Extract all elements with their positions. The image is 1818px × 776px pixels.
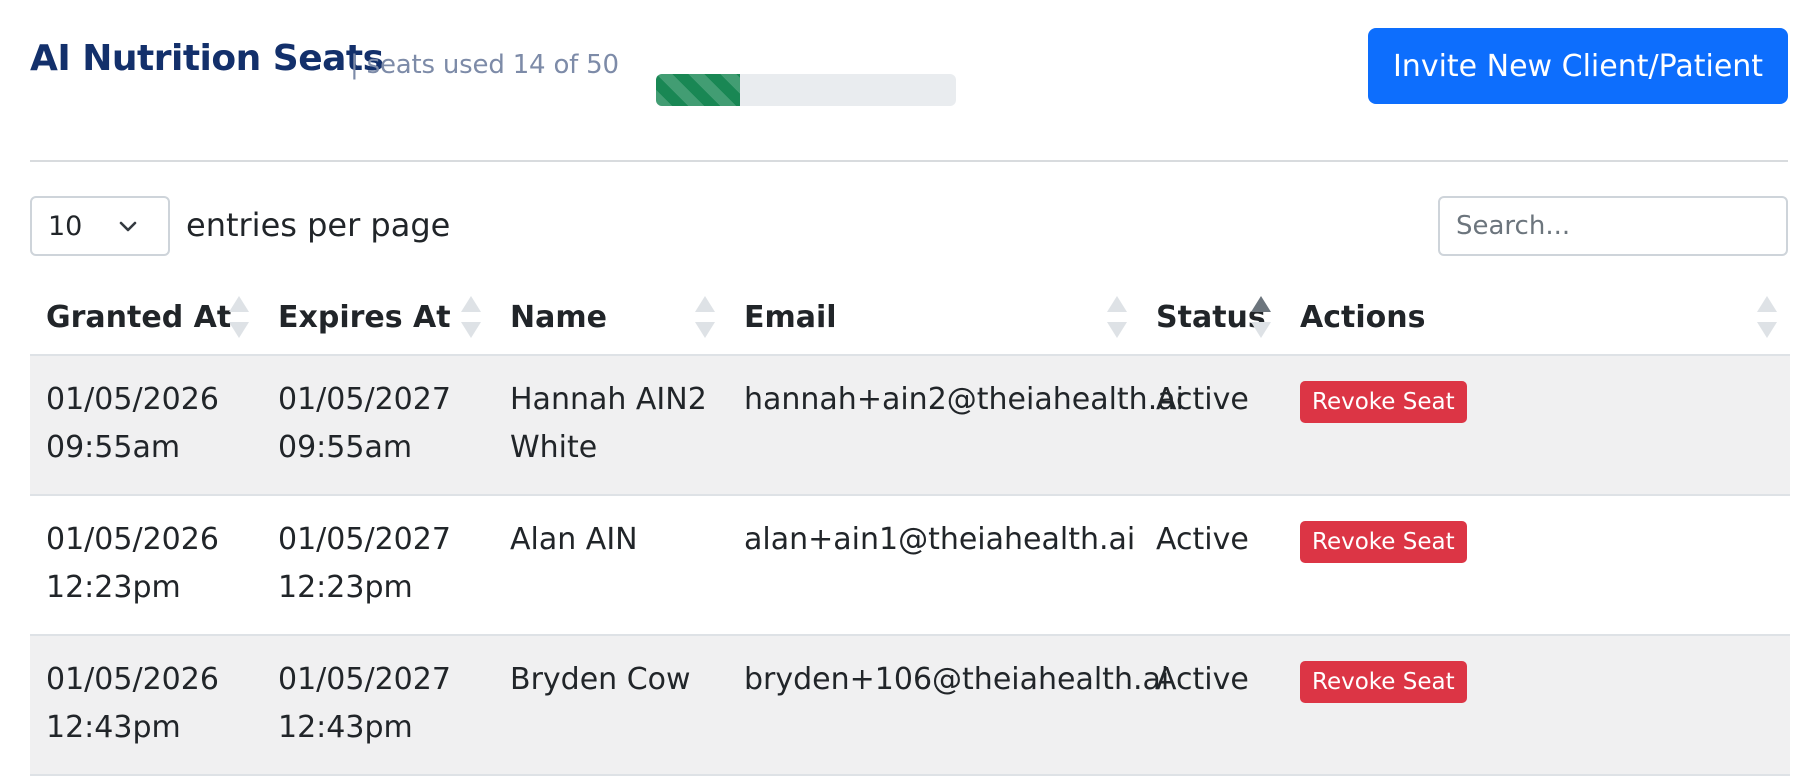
entries-per-page-select[interactable]: 10 [30, 196, 170, 256]
column-header-status[interactable]: Status [1140, 280, 1284, 356]
column-header-label: Actions [1300, 299, 1426, 335]
email-cell: bryden+106@theiahealth.ai [728, 635, 1169, 776]
email-cell: hannah+ain2@theiahealth.ai [728, 355, 1184, 496]
chevron-down-icon [119, 221, 137, 232]
entries-per-page-label: entries per page [186, 206, 451, 244]
actions-cell: Revoke Seat [1284, 495, 1790, 636]
name-cell: Bryden Cow [494, 635, 728, 776]
cell-line: 12:23pm [46, 570, 181, 605]
status-cell: Active [1140, 635, 1284, 776]
column-header-label: Name [510, 299, 607, 335]
cell-line: Alan AIN [510, 522, 638, 557]
cell-line: 09:55am [278, 430, 413, 465]
cell-line: White [510, 430, 598, 465]
table-body: 01/05/2026 09:55am 01/05/2027 09:55am Hannah… [30, 355, 1790, 776]
expires-at-cell: 01/05/2027 09:55am [262, 355, 494, 496]
seats-progress-fill [656, 74, 740, 106]
actions-cell: Revoke Seat [1284, 635, 1790, 776]
table-row: 01/05/2026 09:55am 01/05/2027 09:55am Hannah… [30, 355, 1790, 496]
email-cell: alan+ain1@theiahealth.ai [728, 495, 1140, 636]
header-divider [30, 160, 1788, 162]
table-controls: 10 entries per page [30, 196, 1788, 258]
name-cell: Alan AIN [494, 495, 728, 636]
seats-progress-bar [656, 74, 956, 106]
cell-line: 01/05/2026 [46, 382, 219, 417]
column-header-actions[interactable]: Actions [1284, 280, 1790, 356]
seats-used-text: | seats used 14 of 50 [350, 50, 619, 80]
invite-client-button[interactable]: Invite New Client/Patient [1368, 28, 1788, 104]
actions-cell: Revoke Seat [1284, 355, 1790, 496]
column-header-label: Granted At [46, 299, 232, 335]
cell-line: 09:55am [46, 430, 181, 465]
cell-line: 12:43pm [278, 710, 413, 745]
cell-line: 01/05/2027 [278, 522, 451, 557]
granted-at-cell: 01/05/2026 09:55am [30, 355, 262, 496]
sort-arrows-icon [1107, 296, 1127, 338]
revoke-seat-button[interactable]: Revoke Seat [1300, 381, 1467, 423]
sort-arrows-icon [461, 296, 481, 338]
status-cell: Active [1140, 495, 1284, 636]
page-header: AI Nutrition Seats | seats used 14 of 50… [30, 28, 1788, 108]
expires-at-cell: 01/05/2027 12:43pm [262, 635, 494, 776]
column-header-label: Expires At [278, 299, 451, 335]
cell-line: 01/05/2027 [278, 382, 451, 417]
name-cell: Hannah AIN2 White [494, 355, 728, 496]
granted-at-cell: 01/05/2026 12:43pm [30, 635, 262, 776]
page-title: AI Nutrition Seats [30, 38, 384, 79]
table-row: 01/05/2026 12:23pm 01/05/2027 12:23pm Alan A… [30, 495, 1790, 636]
search-input[interactable] [1438, 196, 1788, 256]
sort-arrows-icon [229, 296, 249, 338]
sort-arrows-icon [1251, 296, 1271, 338]
column-header-email[interactable]: Email [728, 280, 1140, 356]
revoke-seat-button[interactable]: Revoke Seat [1300, 521, 1467, 563]
table-header-row: Granted At Expires At Name Email Status Actio… [30, 280, 1790, 356]
sort-arrows-icon [1757, 296, 1777, 338]
column-header-granted-at[interactable]: Granted At [30, 280, 262, 356]
status-cell: Active [1140, 355, 1284, 496]
cell-line: Bryden Cow [510, 662, 691, 697]
cell-line: Hannah AIN2 [510, 382, 707, 417]
column-header-label: Email [744, 299, 837, 335]
table-row: 01/05/2026 12:43pm 01/05/2027 12:43pm Bryden… [30, 635, 1790, 776]
expires-at-cell: 01/05/2027 12:23pm [262, 495, 494, 636]
cell-line: 01/05/2026 [46, 662, 219, 697]
granted-at-cell: 01/05/2026 12:23pm [30, 495, 262, 636]
cell-line: 01/05/2027 [278, 662, 451, 697]
sort-arrows-icon [695, 296, 715, 338]
seats-table: Granted At Expires At Name Email Status Actio… [30, 280, 1790, 776]
cell-line: 12:43pm [46, 710, 181, 745]
entries-per-page-value: 10 [48, 210, 83, 242]
revoke-seat-button[interactable]: Revoke Seat [1300, 661, 1467, 703]
column-header-expires-at[interactable]: Expires At [262, 280, 494, 356]
column-header-name[interactable]: Name [494, 280, 728, 356]
cell-line: 01/05/2026 [46, 522, 219, 557]
cell-line: 12:23pm [278, 570, 413, 605]
